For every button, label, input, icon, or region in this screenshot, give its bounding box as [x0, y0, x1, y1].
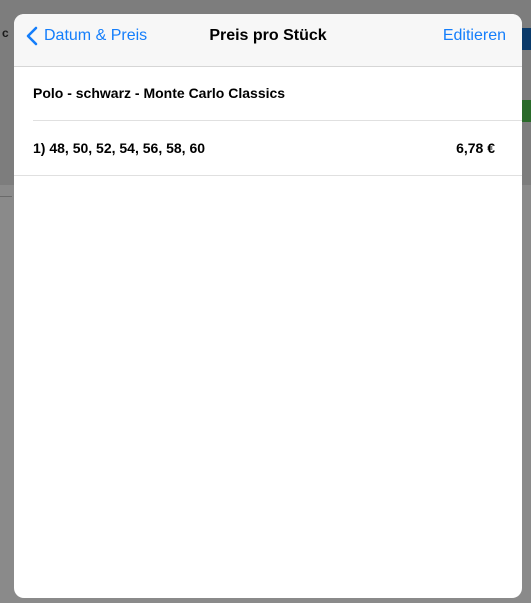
back-button-label: Datum & Preis — [44, 27, 148, 44]
price-row-sizes: 1) 48, 50, 52, 54, 56, 58, 60 — [33, 140, 206, 156]
navigation-bar: Datum & Preis Preis pro Stück Editieren — [14, 14, 522, 67]
price-row[interactable]: 1) 48, 50, 52, 54, 56, 58, 60 6,78 € — [14, 121, 522, 175]
divider — [14, 175, 522, 176]
price-row-price: 6,78 € — [456, 140, 495, 156]
background-blue-element — [522, 28, 531, 50]
chevron-left-icon — [26, 26, 38, 46]
edit-button[interactable]: Editieren — [443, 14, 506, 58]
price-list: Polo - schwarz - Monte Carlo Classics 1)… — [14, 67, 522, 176]
back-button[interactable]: Datum & Preis — [26, 14, 147, 58]
background-divider — [0, 196, 12, 197]
background-partial-label: c — [2, 26, 9, 40]
modal-sheet: Datum & Preis Preis pro Stück Editieren … — [14, 14, 522, 598]
background-green-element — [522, 100, 531, 122]
product-name-header: Polo - schwarz - Monte Carlo Classics — [33, 85, 286, 101]
